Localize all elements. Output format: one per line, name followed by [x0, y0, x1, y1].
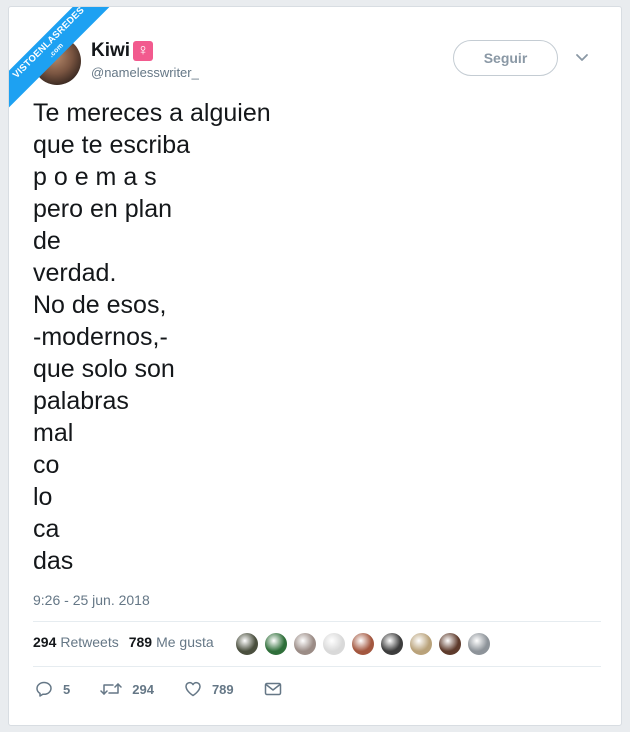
liker-avatars	[235, 632, 496, 656]
retweets-stat[interactable]: 294 Retweets	[33, 634, 119, 650]
tweet-actions: 5 294 789	[35, 680, 322, 698]
liker-avatar[interactable]	[351, 632, 375, 656]
watermark-ribbon: VISTOENLASREDES .com	[9, 7, 129, 127]
liker-avatar[interactable]	[264, 632, 288, 656]
envelope-icon	[264, 682, 281, 696]
liker-avatar[interactable]	[467, 632, 491, 656]
retweet-icon	[100, 683, 122, 695]
tweet-text: Te mereces a alguien que te escriba p o …	[33, 99, 271, 575]
heart-icon	[185, 681, 201, 697]
liker-avatar[interactable]	[409, 632, 433, 656]
liker-avatar[interactable]	[322, 632, 346, 656]
divider	[33, 621, 601, 622]
reply-icon	[36, 681, 52, 697]
tweet-card: VISTOENLASREDES .com Kiwi ♀ @namelesswri…	[8, 6, 622, 726]
retweet-count: 294	[132, 681, 154, 697]
likes-label: Me gusta	[156, 634, 214, 650]
retweet-action[interactable]: 294	[100, 680, 154, 698]
retweets-count: 294	[33, 634, 57, 650]
liker-avatar[interactable]	[438, 632, 462, 656]
like-count: 789	[211, 681, 234, 697]
liker-avatar[interactable]	[380, 632, 404, 656]
reply-action[interactable]: 5	[35, 680, 70, 698]
liker-avatar[interactable]	[235, 632, 259, 656]
engagement-stats: 294 Retweets 789 Me gusta	[33, 634, 224, 650]
watermark-text: VISTOENLASREDES	[10, 7, 87, 81]
like-action[interactable]: 789	[184, 680, 234, 698]
retweets-label: Retweets	[60, 634, 119, 650]
female-sign-icon: ♀	[133, 41, 154, 61]
divider	[33, 666, 601, 667]
tweet-timestamp[interactable]: 9:26 - 25 jun. 2018	[33, 592, 150, 608]
likes-count: 789	[128, 634, 153, 650]
chevron-down-icon[interactable]	[575, 53, 589, 63]
follow-button[interactable]: Seguir	[453, 40, 558, 76]
reply-count: 5	[63, 681, 71, 697]
liker-avatar[interactable]	[293, 632, 317, 656]
direct-message-action[interactable]	[264, 681, 292, 697]
likes-stat[interactable]: 789 Me gusta	[129, 634, 214, 650]
